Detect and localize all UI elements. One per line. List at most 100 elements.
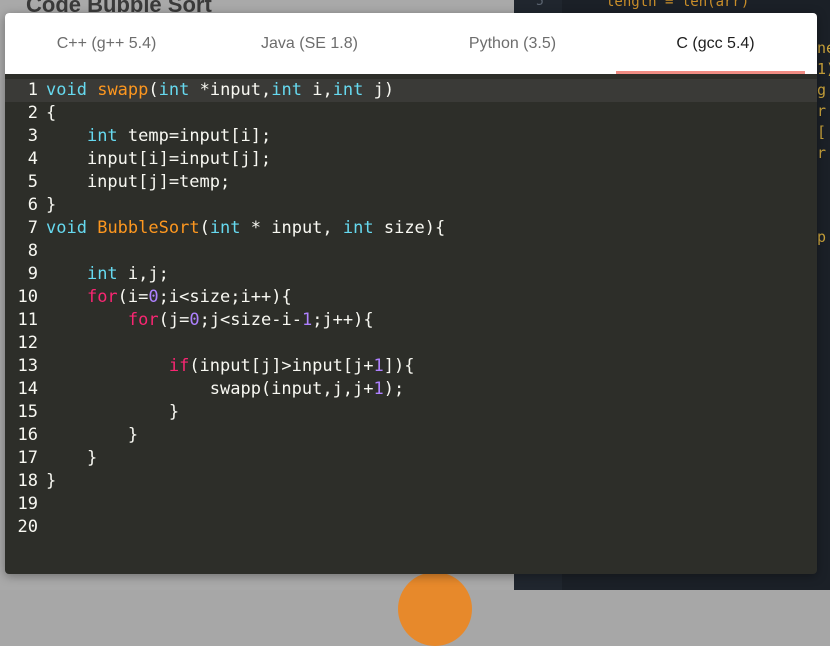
language-tabs: C++ (g++ 5.4) Java (SE 1.8) Python (3.5) C … (5, 13, 817, 74)
code-token: ); (383, 379, 405, 399)
code-line: 4 input[i]=input[j]; (5, 148, 817, 171)
line-source (38, 493, 817, 516)
code-token: int (332, 80, 364, 100)
code-token: for (86, 287, 118, 307)
code-token: void (46, 218, 87, 238)
line-number: 1 (27, 80, 38, 100)
code-token: if (168, 356, 190, 376)
line-source: swapp(input,j,j+1); (38, 378, 817, 401)
code-token: (i= (117, 287, 149, 307)
code-line: 19 (5, 493, 817, 516)
line-number: 19 (17, 494, 38, 514)
code-token: int (209, 218, 241, 238)
tab-cpp[interactable]: C++ (g++ 5.4) (5, 13, 208, 74)
code-token: swapp (97, 80, 149, 100)
line-source (38, 332, 817, 355)
code-line: 9 int i,j; (5, 263, 817, 286)
line-number: 8 (27, 241, 38, 261)
code-line: 1 void swapp(int *input,int i,int j) (5, 79, 817, 102)
code-line: 13 if(input[j]>input[j+1]){ (5, 355, 817, 378)
line-source: } (38, 447, 817, 470)
line-number: 9 (27, 264, 38, 284)
line-number: 12 (17, 333, 38, 353)
code-token: temp=input[i]; (117, 126, 272, 146)
line-source: if(input[j]>input[j+1]){ (38, 355, 817, 378)
line-number: 16 (17, 425, 38, 445)
line-source: } (38, 470, 817, 493)
code-token: } (46, 195, 57, 215)
line-number: 15 (17, 402, 38, 422)
code-token: input[j]=temp; (46, 172, 231, 192)
code-line: 14 swapp(input,j,j+1); (5, 378, 817, 401)
background-code-fragment: p (817, 228, 827, 246)
code-line: 17 } (5, 447, 817, 470)
line-source: } (38, 401, 817, 424)
code-line: 20 (5, 516, 817, 539)
code-token: j) (363, 80, 395, 100)
line-number: 10 (17, 287, 38, 307)
code-token: 1 (373, 379, 384, 399)
line-source: int i,j; (38, 263, 817, 286)
code-line: 10 for(i=0;i<size;i++){ (5, 286, 817, 309)
code-line: 3 int temp=input[i]; (5, 125, 817, 148)
background-orange-circle (398, 572, 472, 646)
background-code-fragment: r (817, 144, 827, 162)
code-line: 15 } (5, 401, 817, 424)
code-token: 0 (148, 287, 159, 307)
line-number: 7 (27, 218, 38, 238)
code-line: 5 input[j]=temp; (5, 171, 817, 194)
code-token: size){ (373, 218, 446, 238)
code-token: ;i<size;i++){ (158, 287, 292, 307)
line-number: 6 (27, 195, 38, 215)
code-token: BubbleSort (97, 218, 200, 238)
code-line: 18} (5, 470, 817, 493)
code-token: int (342, 218, 374, 238)
code-token: ]){ (383, 356, 415, 376)
line-number: 11 (17, 310, 38, 330)
code-token: 1 (301, 310, 313, 330)
background-code-fragment: g (817, 81, 827, 99)
code-line: 6} (5, 194, 817, 217)
line-number: 2 (27, 103, 38, 123)
line-number: 4 (27, 149, 38, 169)
code-line: 8 (5, 240, 817, 263)
code-line: 7 void BubbleSort(int * input, int size){ (5, 217, 817, 240)
line-source (38, 240, 817, 263)
code-token: for (127, 310, 159, 330)
code-token: int (271, 80, 302, 100)
code-token: { (46, 103, 57, 123)
line-source: void swapp(int *input,int i,int j) (38, 79, 817, 102)
code-token: ;j<size-i- (199, 310, 302, 330)
code-token: swapp(input,j,j+ (46, 379, 374, 399)
code-token: int (86, 126, 118, 146)
tab-c[interactable]: C (gcc 5.4) (614, 13, 817, 74)
code-token: void (46, 80, 87, 100)
line-number: 5 (27, 172, 38, 192)
code-token: ( (148, 80, 159, 100)
code-token: int (158, 80, 190, 100)
tab-java[interactable]: Java (SE 1.8) (208, 13, 411, 74)
line-source: for(i=0;i<size;i++){ (38, 286, 817, 309)
background-code-fragment: ne (817, 39, 830, 57)
code-line: 16 } (5, 424, 817, 447)
code-line: 11 for(j=0;j<size-i-1;j++){ (5, 309, 817, 332)
line-number: 17 (17, 448, 38, 468)
background-code-line: length = len(arr) (606, 0, 750, 10)
tab-python[interactable]: Python (3.5) (411, 13, 614, 74)
code-dialog: C++ (g++ 5.4) Java (SE 1.8) Python (3.5) C … (5, 13, 817, 574)
code-token: int (86, 264, 118, 284)
background-code-fragment: [ (817, 123, 827, 141)
line-source: } (38, 424, 817, 447)
line-source: for(j=0;j<size-i-1;j++){ (38, 309, 817, 332)
line-source: input[j]=temp; (38, 171, 817, 194)
background-code-fragment: 1) (817, 60, 830, 78)
background-code-fragment: r (817, 102, 827, 120)
code-token: (input[j]>input[j+ (189, 356, 374, 376)
line-number: 18 (17, 471, 38, 491)
code-token: (j= (158, 310, 190, 330)
code-editor[interactable]: 1 void swapp(int *input,int i,int j) 2{3 i… (5, 74, 817, 574)
